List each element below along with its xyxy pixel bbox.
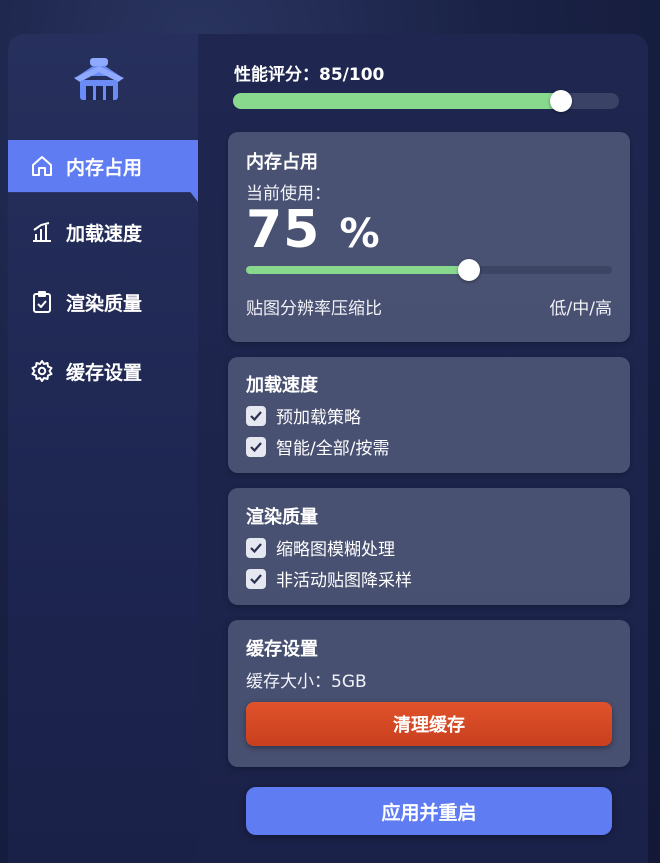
compression-level-options: 低/中/高 <box>549 299 612 319</box>
inactive-downsample-checkbox[interactable] <box>246 568 266 589</box>
sidebar-item-label: 缓存设置 <box>66 361 143 384</box>
load-mode-label: 智能/全部/按需 <box>276 439 390 459</box>
cache-size-label: 缓存大小：5GB <box>246 672 367 692</box>
compression-ratio-label: 贴图分辨率压缩比 <box>246 299 382 319</box>
sidebar-item-label: 内存占用 <box>66 156 143 179</box>
compression-slider-fill <box>246 266 470 274</box>
performance-score-bar <box>233 90 619 112</box>
preload-strategy-label: 预加载策略 <box>276 408 361 428</box>
memory-card-title: 内存占用 <box>246 152 318 173</box>
memory-usage-value: 75 % <box>246 200 381 260</box>
load-mode-checkbox[interactable] <box>246 436 266 457</box>
preload-strategy-checkbox[interactable] <box>246 405 266 426</box>
home-icon <box>32 156 52 176</box>
compression-slider-handle[interactable] <box>458 259 481 281</box>
apply-restart-button[interactable]: 应用并重启 <box>246 787 612 835</box>
cache-card: 缓存设置 缓存大小：5GB 清理缓存 <box>228 620 630 767</box>
check-icon <box>250 573 262 584</box>
cache-card-title: 缓存设置 <box>246 639 318 660</box>
sidebar-item-loading[interactable]: 加载速度 <box>8 206 198 258</box>
loading-card: 加载速度 预加载策略 智能/全部/按需 <box>228 357 630 473</box>
load-mode-option[interactable]: 智能/全部/按需 <box>246 434 389 459</box>
check-icon <box>250 542 262 553</box>
thumbnail-blur-option[interactable]: 缩略图模糊处理 <box>246 535 395 560</box>
thumbnail-blur-checkbox[interactable] <box>246 537 266 558</box>
chart-icon <box>33 222 51 242</box>
inactive-downsample-option[interactable]: 非活动贴图降采样 <box>246 566 412 591</box>
sidebar-item-label: 渲染质量 <box>66 292 143 315</box>
clipboard-icon <box>33 291 51 313</box>
performance-score-knob <box>550 90 573 112</box>
gear-icon <box>31 360 53 382</box>
check-icon <box>250 441 262 452</box>
loading-card-title: 加载速度 <box>246 375 318 396</box>
render-card-title: 渲染质量 <box>246 507 318 528</box>
check-icon <box>250 410 262 421</box>
clear-cache-button[interactable]: 清理缓存 <box>246 702 612 746</box>
preload-strategy-option[interactable]: 预加载策略 <box>246 403 361 428</box>
inactive-downsample-label: 非活动贴图降采样 <box>276 571 412 591</box>
house-box-icon <box>74 58 124 100</box>
performance-score-label: 性能评分：85/100 <box>234 65 385 85</box>
memory-usage-unit: % <box>339 211 381 257</box>
sidebar-item-label: 加载速度 <box>66 222 143 245</box>
memory-card: 内存占用 当前使用： 75 % 贴图分辨率压缩比 低/中/高 <box>228 132 630 342</box>
render-card: 渲染质量 缩略图模糊处理 非活动贴图降采样 <box>228 488 630 605</box>
thumbnail-blur-label: 缩略图模糊处理 <box>276 540 395 560</box>
memory-usage-number: 75 <box>246 200 321 260</box>
compression-slider[interactable] <box>246 259 612 281</box>
performance-score-fill <box>233 93 562 109</box>
sidebar-item-cache[interactable]: 缓存设置 <box>8 345 198 397</box>
sidebar-item-render[interactable]: 渲染质量 <box>8 276 198 328</box>
